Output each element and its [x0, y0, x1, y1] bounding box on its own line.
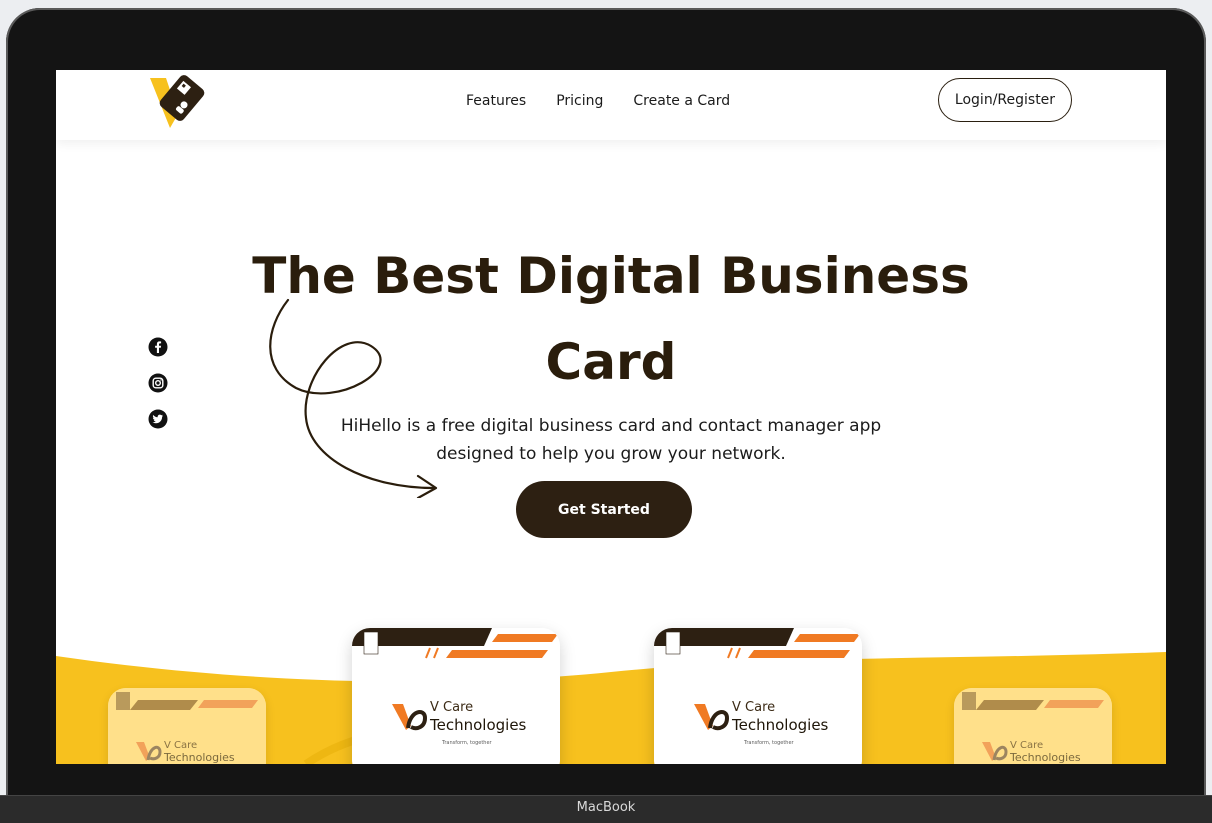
card-preview-left: V Care Technologies	[108, 688, 266, 764]
card-brand-top: V Care	[732, 700, 776, 715]
nav-links: Features Pricing Create a Card	[466, 93, 760, 109]
card-preview-2: V Care Technologies Transform, together	[654, 628, 862, 764]
card-header-graphic	[654, 628, 862, 660]
vcare-logo-icon	[694, 704, 730, 731]
vcare-logo-icon	[982, 742, 1008, 761]
device-label: MacBook	[576, 800, 636, 815]
laptop-chin: MacBook	[0, 795, 1212, 823]
card-brand-main: Technologies	[430, 716, 527, 734]
logo[interactable]	[144, 74, 210, 132]
nav-create-card[interactable]: Create a Card	[633, 93, 730, 109]
hero-subtitle-line1: HiHello is a free digital business card …	[340, 416, 882, 436]
card-header-graphic	[352, 628, 560, 660]
card-preview-1: V Care Technologies Transform, together	[352, 628, 560, 764]
card-brand-top: V Care	[1010, 740, 1044, 751]
nav-features[interactable]: Features	[466, 93, 526, 109]
card-preview-right: V Care Technologies	[954, 688, 1112, 764]
card-tagline: Transform, together	[442, 740, 492, 746]
browser-screen: Features Pricing Create a Card Login/Reg…	[56, 70, 1166, 764]
card-header-graphic	[954, 688, 1112, 720]
hero-title-line2: Card	[545, 333, 677, 391]
login-register-button[interactable]: Login/Register	[938, 78, 1072, 122]
card-brand-main: Technologies	[732, 716, 829, 734]
hero-title: The Best Digital Business Card	[56, 233, 1166, 405]
hero-subtitle: HiHello is a free digital business card …	[316, 412, 906, 468]
vcare-logo-icon	[392, 704, 428, 731]
card-brand-top: V Care	[164, 740, 198, 751]
navbar: Features Pricing Create a Card Login/Reg…	[56, 70, 1166, 140]
card-brand-top: V Care	[430, 700, 474, 715]
arrow-doodle	[269, 298, 438, 498]
hero-title-line1: The Best Digital Business	[252, 247, 970, 305]
card-header-graphic	[108, 688, 266, 720]
card-brand-main: Technologies	[1010, 751, 1081, 764]
nav-pricing[interactable]: Pricing	[556, 93, 603, 109]
get-started-button[interactable]: Get Started	[516, 481, 692, 538]
vcare-logo-icon	[136, 742, 162, 761]
card-tagline: Transform, together	[744, 740, 794, 746]
hero-subtitle-line2: designed to help you grow your network.	[436, 444, 786, 464]
twitter-icon[interactable]	[148, 409, 168, 429]
card-brand-main: Technologies	[164, 751, 235, 764]
